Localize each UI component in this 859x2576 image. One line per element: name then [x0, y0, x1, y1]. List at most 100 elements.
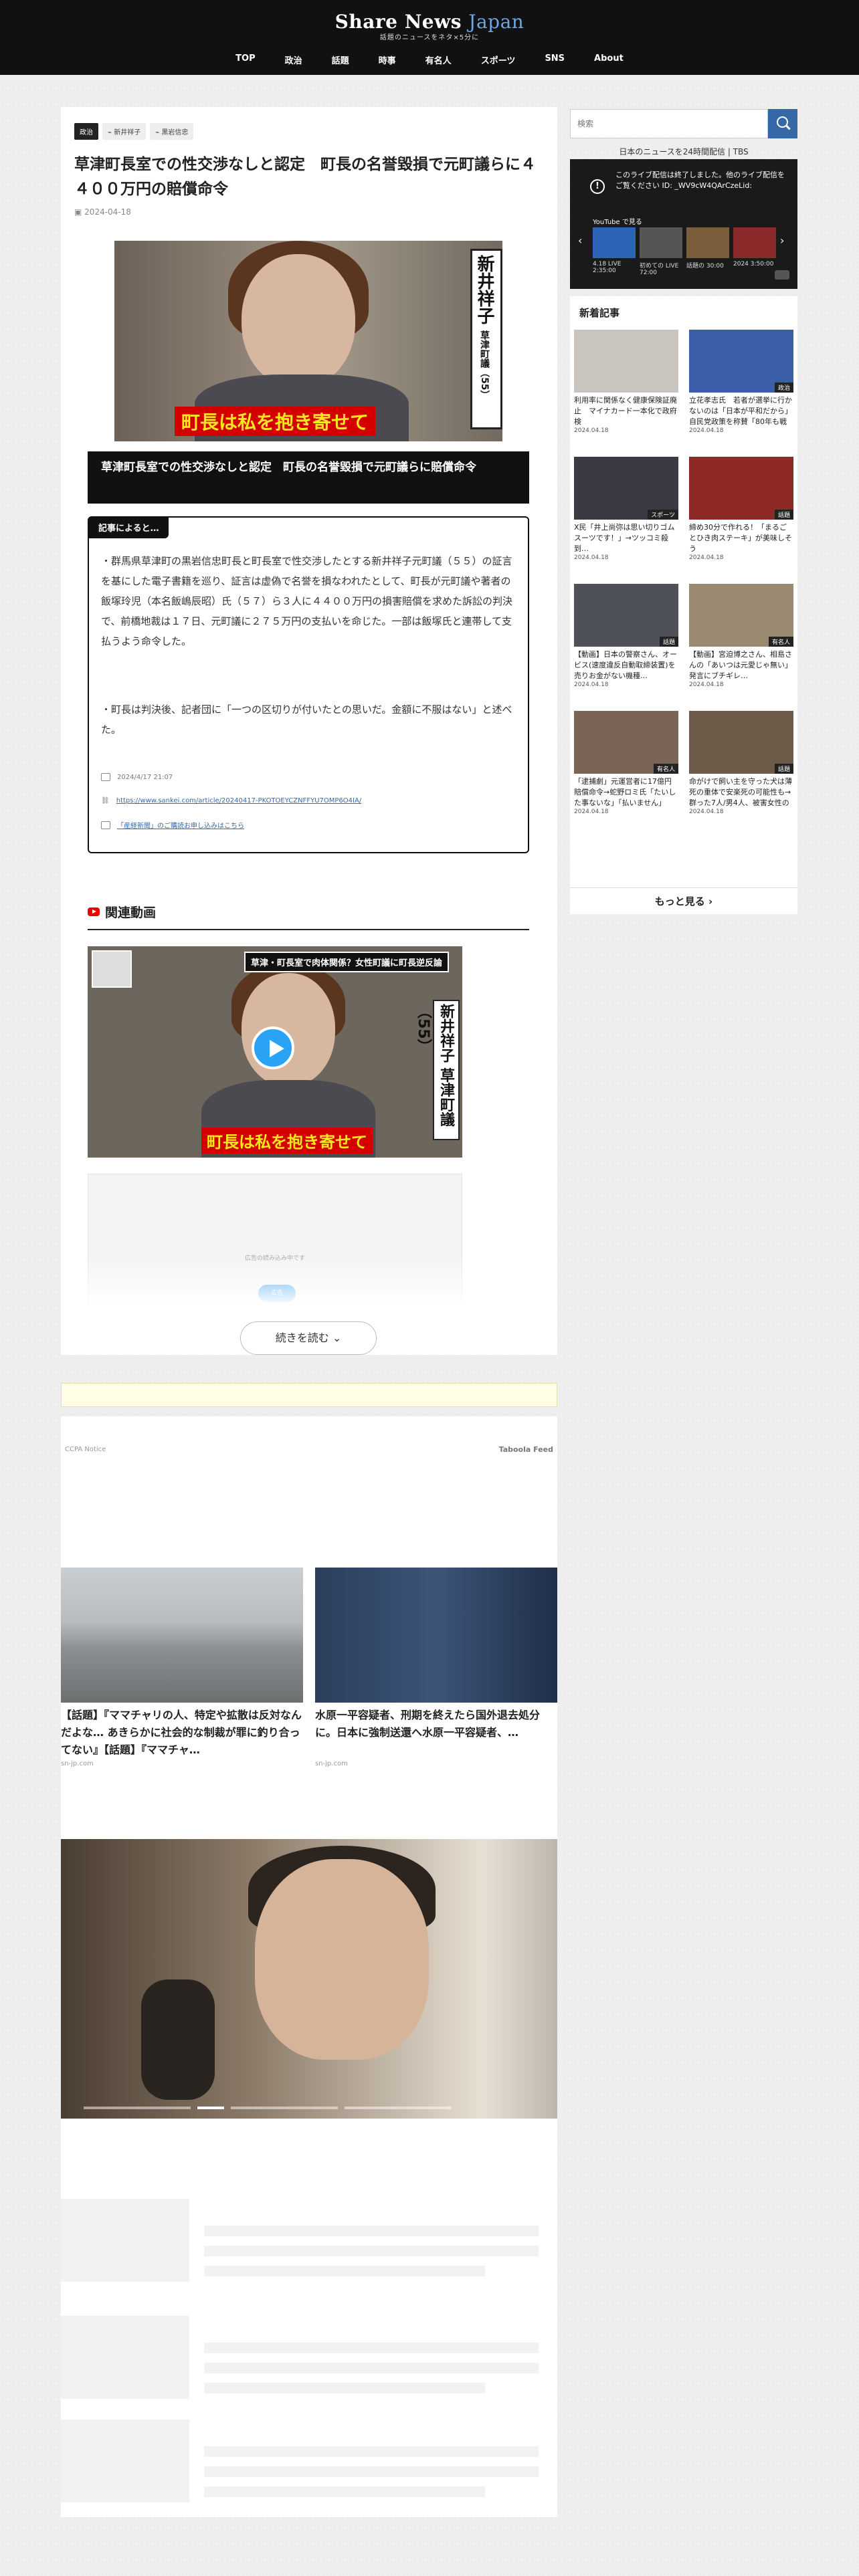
youtube-embed[interactable]: ! このライブ配信は終了しました。他のライブ配信をご覧ください ID: _WV9…: [570, 159, 797, 289]
search-input[interactable]: [570, 109, 768, 138]
new-posts-widget: 新着記事 利用率に関係なく健康保険証廃止 マイナカード一本化で政府検 2024.0…: [570, 296, 797, 914]
taboola-brand[interactable]: Taboola Feed: [499, 1445, 553, 1454]
youtube-thumb[interactable]: [593, 227, 636, 258]
skeleton-item: [61, 2199, 557, 2286]
post-category-badge: 話題: [659, 637, 678, 647]
youtube-thumb[interactable]: [686, 227, 729, 258]
post-thumbnail: スポーツ: [574, 457, 678, 520]
article-tags: 政治 ⌁ 新井祥子 ⌁ 黒岩信忠: [74, 123, 194, 140]
microphone-icon: [141, 1979, 215, 2100]
post-category-badge: 有名人: [768, 637, 793, 647]
nav-sns[interactable]: SNS: [530, 53, 579, 66]
post-thumbnail: 話題: [689, 457, 793, 520]
feed-card[interactable]: 【話題】『ママチャリの人、特定や拡散は反対なんだよな… あきらかに社会的な制裁が…: [61, 1568, 303, 1767]
hero-name-caption: 新井祥子 草津町議（55）: [470, 249, 502, 429]
post-item[interactable]: 話題【動画】日本の警察さん、オービス(速度違反自動取締装置)を売りお金がない機種…: [574, 584, 678, 711]
post-date: 2024.04.18: [689, 427, 724, 434]
post-title: 利用率に関係なく健康保険証廃止 マイナカード一本化で政府検: [574, 396, 677, 426]
summary-paragraph: ・群馬県草津町の黒岩信忠町長と町長室で性交渉したとする新井祥子元町議（５５）の証…: [101, 555, 513, 647]
tag-item[interactable]: ⌁ 黒岩信忠: [150, 123, 194, 140]
post-item[interactable]: 話題締め30分で作れる！「まるごとひき肉ステーキ」が美味しそう 2024.04.1…: [689, 457, 793, 584]
feed-card-source: sn-jp.com: [61, 1760, 94, 1767]
youtube-watch-link[interactable]: YouTube で見る: [593, 216, 642, 226]
tag-item[interactable]: ⌁ 新井祥子: [102, 123, 147, 140]
category-badge[interactable]: 政治: [74, 123, 98, 140]
hero-subtitle-caption: 町長は私を抱き寄せて: [175, 407, 376, 436]
link-icon: ⛓: [101, 797, 110, 804]
alert-icon: !: [590, 179, 605, 194]
post-title: 「逮捕劇」元運営者に17億円賠償命令→蛇野ロミ氏「たいした事ないな」「払いません…: [574, 777, 676, 807]
post-date: 2024.04.18: [574, 554, 609, 561]
post-category-badge: 話題: [774, 510, 793, 520]
summary-box: 記事によると… ・群馬県草津町の黒岩信忠町長と町長室で性交渉したとする新井祥子元…: [88, 516, 529, 853]
post-title: 【動画】宮迫博之さん、相島さんの「あいつは元愛じゃ無い」発言にブチギレ…: [689, 650, 792, 680]
related-video-player[interactable]: 草津・町長室で肉体関係？女性町議に町長逆反論 新井祥子 草津町議（55） 町長は…: [88, 946, 462, 1158]
post-item[interactable]: 話題命がけで飼い主を守った犬は薄死の重体で安楽死の可能性も→群った7人/男4人、…: [689, 711, 793, 838]
feed-card-image: [61, 1568, 303, 1703]
post-title: 命がけで飼い主を守った犬は薄死の重体で安楽死の可能性も→群った7人/男4人、被害…: [689, 777, 792, 807]
video-progress-indicators: [84, 2107, 452, 2109]
more-posts-link[interactable]: もっと見る ›: [570, 894, 797, 908]
post-category-badge: 話題: [774, 764, 793, 774]
skeleton-item: [61, 2420, 557, 2506]
post-date: 2024.04.18: [689, 554, 724, 561]
source-link[interactable]: https://www.sankei.com/article/20240417-…: [116, 797, 362, 804]
post-thumbnail: [574, 330, 678, 393]
post-date: 2024.04.18: [574, 427, 609, 434]
summary-label: 記事によると…: [89, 516, 169, 538]
new-posts-grid: 利用率に関係なく健康保険証廃止 マイナカード一本化で政府検 2024.04.18 政…: [574, 330, 793, 838]
post-date: 2024.04.18: [689, 809, 724, 815]
nav-celebrity[interactable]: 有名人: [411, 53, 466, 66]
logo-title: Share News Japan: [335, 11, 524, 33]
post-title: 【動画】日本の警察さん、オービス(速度違反自動取締装置)を売りお金がない機種…: [574, 650, 677, 680]
calendar-icon: ▣: [74, 207, 82, 217]
video-subtitle-caption: 町長は私を抱き寄せて: [201, 1128, 373, 1154]
nav-politics[interactable]: 政治: [270, 53, 317, 66]
search-icon[interactable]: [768, 109, 797, 138]
live-label: 日本のニュースを24時間配信 | TBS: [619, 147, 749, 156]
feed-video-player[interactable]: [61, 1839, 557, 2119]
youtube-icon: [88, 907, 100, 916]
post-item[interactable]: 有名人 「逮捕劇」元運営者に17億円賠償命令→蛇野ロミ氏「たいした事ないな」「払い…: [574, 711, 678, 838]
feed-card-source: sn-jp.com: [315, 1760, 348, 1767]
post-category-badge: スポーツ: [648, 510, 678, 520]
related-video-heading: 関連動画: [88, 903, 529, 930]
subscribe-link[interactable]: 「産経新聞」のご購読お申し込みはこちら: [117, 820, 244, 830]
subscribe-row: 「産経新聞」のご購読お申し込みはこちら: [101, 820, 244, 830]
article-date: ▣ 2024-04-18: [74, 207, 131, 217]
post-date: 2024.04.18: [574, 681, 609, 688]
nav-sports[interactable]: スポーツ: [466, 53, 531, 66]
post-thumbnail: 話題: [689, 711, 793, 774]
youtube-logo-icon[interactable]: [775, 270, 789, 280]
nav-about[interactable]: About: [579, 53, 638, 66]
read-more-button[interactable]: 続きを読む ⌄: [240, 1321, 377, 1355]
post-title: 立花孝志氏 若者が選挙に行かないのは「日本が平和だから」自民党政策を称賛「80年…: [689, 396, 792, 426]
play-icon[interactable]: [252, 1027, 294, 1069]
summary-heading: 草津町長室での性交渉なしと認定 町長の名誉毀損で元町議らに賠償命令: [88, 451, 529, 504]
video-headline: 草津・町長室で肉体関係？女性町議に町長逆反論: [244, 952, 449, 972]
new-posts-title: 新着記事: [579, 307, 620, 319]
site-logo[interactable]: Share News Japan 話題のニュースをネタ×5分に: [0, 11, 859, 41]
article-title: 草津町長室での性交渉なしと認定 町長の名誉毀損で元町議らに４４００万円の賠償命令: [74, 156, 536, 198]
article-card: 政治 ⌁ 新井祥子 ⌁ 黒岩信忠 草津町長室での性交渉なしと認定 町長の名誉毀損…: [61, 107, 557, 1355]
nav-top[interactable]: TOP: [221, 53, 270, 66]
feed-card[interactable]: 水原一平容疑者、刑期を終えたら国外退去処分に。日本に強制送還へ水原一平容疑者、……: [315, 1568, 557, 1767]
nav-current[interactable]: 時事: [364, 53, 411, 66]
post-title: 締め30分で作れる！「まるごとひき肉ステーキ」が美味しそう: [689, 523, 792, 553]
skeleton-item: [61, 2316, 557, 2403]
post-thumbnail: 政治: [689, 330, 793, 393]
post-item[interactable]: 有名人 【動画】宮迫博之さん、相島さんの「あいつは元愛じゃ無い」発言にブチギレ… 2…: [689, 584, 793, 711]
taboola-feed: CCPA Notice Taboola Feed 【話題】『ママチャリの人、特定…: [61, 1416, 557, 2517]
post-item[interactable]: スポーツ X民「井上尚弥は思い切りゴムスーツです！」→ツッコミ殺到… 2024.04…: [574, 457, 678, 584]
channel-avatar: [92, 950, 132, 988]
notice-bar: [61, 1383, 557, 1407]
nav-topics[interactable]: 話題: [317, 53, 364, 66]
chevron-left-icon[interactable]: ‹: [578, 234, 587, 251]
youtube-thumb[interactable]: [640, 227, 682, 258]
chevron-right-icon[interactable]: ›: [780, 234, 789, 251]
post-item[interactable]: 政治 立花孝志氏 若者が選挙に行かないのは「日本が平和だから」自民党政策を称賛「8…: [689, 330, 793, 457]
post-item[interactable]: 利用率に関係なく健康保険証廃止 マイナカード一本化で政府検 2024.04.18: [574, 330, 678, 457]
ccpa-notice[interactable]: CCPA Notice: [65, 1446, 106, 1453]
post-thumbnail: 話題: [574, 584, 678, 647]
youtube-thumb[interactable]: [733, 227, 776, 258]
